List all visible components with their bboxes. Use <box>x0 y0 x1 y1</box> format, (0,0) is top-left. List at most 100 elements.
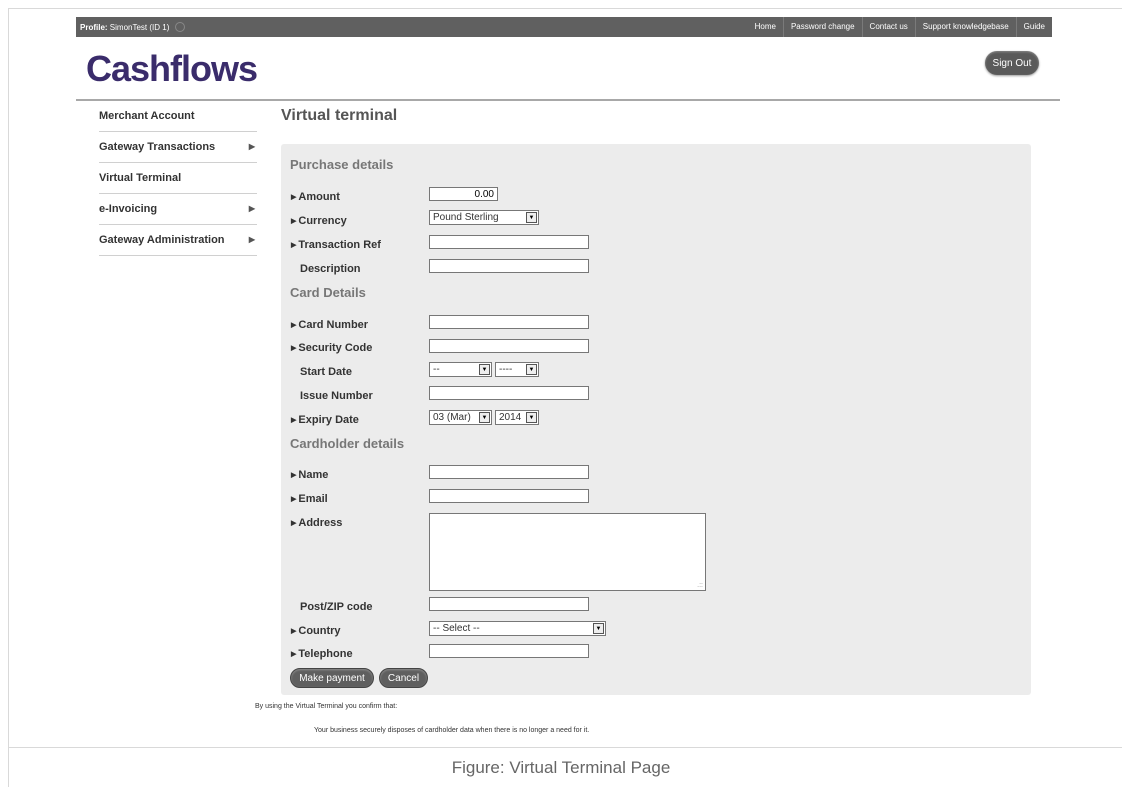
sidebar: Merchant Account Gateway Transactions ▶ V… <box>99 101 257 256</box>
postcode-label: Post/ZIP code <box>300 601 373 613</box>
start-month-value: -- <box>433 364 440 375</box>
name-label: ▶ Name <box>291 469 328 481</box>
cardholder-details-heading: Cardholder details <box>290 436 405 451</box>
chevron-down-icon: ▼ <box>479 364 490 375</box>
postcode-input[interactable] <box>429 597 589 611</box>
expiry-month-value: 03 (Mar) <box>433 412 471 423</box>
top-bar: Profile: SimonTest (ID 1) Home Password … <box>76 17 1052 37</box>
address-textarea[interactable]: .:: <box>429 513 706 591</box>
country-select[interactable]: -- Select -- ▼ <box>429 621 606 636</box>
sidebar-item-gateway-administration[interactable]: Gateway Administration ▶ <box>99 225 257 256</box>
card-number-label-text: Card Number <box>298 319 369 331</box>
profile-value: SimonTest (ID 1) <box>109 23 170 32</box>
purchase-details-heading: Purchase details <box>290 157 394 172</box>
currency-label: ▶ Currency <box>291 215 347 227</box>
name-label-text: Name <box>298 469 329 481</box>
transaction-ref-label-text: Transaction Ref <box>298 239 381 251</box>
required-icon: ▶ <box>291 218 297 225</box>
description-input[interactable] <box>429 259 589 273</box>
required-icon: ▶ <box>291 322 297 329</box>
email-label-text: Email <box>298 493 328 505</box>
sidebar-item-label: Gateway Administration <box>99 234 225 246</box>
required-icon: ▶ <box>291 472 297 479</box>
telephone-input[interactable] <box>429 644 589 658</box>
resize-grip-icon[interactable]: .:: <box>697 582 703 589</box>
chevron-down-icon: ▼ <box>526 212 537 223</box>
chevron-down-icon: ▼ <box>526 364 537 375</box>
chevron-down-icon: ▼ <box>593 623 604 634</box>
triangle-right-icon: ▶ <box>248 235 255 244</box>
telephone-label: ▶ Telephone <box>291 648 353 660</box>
sidebar-item-gateway-transactions[interactable]: Gateway Transactions ▶ <box>99 132 257 163</box>
required-icon: ▶ <box>291 417 297 424</box>
issue-number-label: Issue Number <box>300 390 373 402</box>
currency-select[interactable]: Pound Sterling ▼ <box>429 210 539 225</box>
start-year-value: ---- <box>499 364 513 375</box>
profile-info: Profile: SimonTest (ID 1) <box>80 22 185 32</box>
card-details-heading: Card Details <box>290 285 366 300</box>
top-nav: Home Password change Contact us Support … <box>748 17 1052 37</box>
sidebar-item-label: e-Invoicing <box>99 203 158 215</box>
sidebar-item-label: Merchant Account <box>99 110 195 122</box>
cancel-button[interactable]: Cancel <box>379 668 428 688</box>
email-label: ▶ Email <box>291 493 328 505</box>
expiry-date-label-text: Expiry Date <box>298 414 359 426</box>
make-payment-button[interactable]: Make payment <box>290 668 374 688</box>
form-panel <box>281 144 1031 695</box>
transaction-ref-label: ▶ Transaction Ref <box>291 239 381 251</box>
start-year-select[interactable]: ---- ▼ <box>495 362 539 377</box>
triangle-right-icon: ▶ <box>248 142 255 151</box>
description-label: Description <box>300 263 361 275</box>
email-input[interactable] <box>429 489 589 503</box>
profile-icon[interactable] <box>174 22 185 32</box>
chevron-down-icon: ▼ <box>479 412 490 423</box>
start-date-label: Start Date <box>300 366 352 378</box>
issue-number-input[interactable] <box>429 386 589 400</box>
cashflows-logo[interactable]: Cashflows <box>86 48 258 90</box>
expiry-date-label: ▶ Expiry Date <box>291 414 359 426</box>
address-label-text: Address <box>298 517 343 529</box>
required-icon: ▶ <box>291 194 297 201</box>
currency-value: Pound Sterling <box>433 212 499 223</box>
notice-item: Your business securely disposes of cardh… <box>314 727 590 734</box>
security-code-label: ▶ Security Code <box>291 342 372 354</box>
country-value: -- Select -- <box>433 623 480 634</box>
profile-label: Profile: <box>80 23 108 32</box>
sidebar-item-e-invoicing[interactable]: e-Invoicing ▶ <box>99 194 257 225</box>
nav-support-knowledgebase[interactable]: Support knowledgebase <box>914 17 1016 37</box>
required-icon: ▶ <box>291 651 297 658</box>
sign-out-button[interactable]: Sign Out <box>985 51 1039 75</box>
address-label: ▶ Address <box>291 517 342 529</box>
page-title: Virtual terminal <box>281 107 398 124</box>
start-month-select[interactable]: -- ▼ <box>429 362 492 377</box>
telephone-label-text: Telephone <box>298 648 353 660</box>
expiry-year-value: 2014 <box>499 412 522 423</box>
expiry-year-select[interactable]: 2014 ▼ <box>495 410 539 425</box>
triangle-right-icon: ▶ <box>248 204 255 213</box>
amount-label-text: Amount <box>298 191 340 203</box>
amount-label: ▶ Amount <box>291 191 340 203</box>
nav-home[interactable]: Home <box>748 17 783 37</box>
country-label-text: Country <box>298 625 341 637</box>
currency-label-text: Currency <box>298 215 347 227</box>
card-number-input[interactable] <box>429 315 589 329</box>
sidebar-item-label: Virtual Terminal <box>99 172 182 184</box>
card-number-label: ▶ Card Number <box>291 319 368 331</box>
required-icon: ▶ <box>291 496 297 503</box>
nav-guide[interactable]: Guide <box>1015 17 1052 37</box>
notice-intro: By using the Virtual Terminal you confir… <box>255 703 398 710</box>
transaction-ref-input[interactable] <box>429 235 589 249</box>
sidebar-item-virtual-terminal[interactable]: Virtual Terminal <box>99 163 257 194</box>
nav-password-change[interactable]: Password change <box>782 17 862 37</box>
name-input[interactable] <box>429 465 589 479</box>
amount-input[interactable] <box>429 187 498 201</box>
security-code-input[interactable] <box>429 339 589 353</box>
required-icon: ▶ <box>291 345 297 352</box>
expiry-month-select[interactable]: 03 (Mar) ▼ <box>429 410 492 425</box>
required-icon: ▶ <box>291 628 297 635</box>
sidebar-item-label: Gateway Transactions <box>99 141 216 153</box>
caption-divider <box>8 747 1122 748</box>
nav-contact-us[interactable]: Contact us <box>861 17 915 37</box>
sidebar-item-merchant-account[interactable]: Merchant Account <box>99 101 257 132</box>
figure-caption: Figure: Virtual Terminal Page <box>451 758 671 777</box>
